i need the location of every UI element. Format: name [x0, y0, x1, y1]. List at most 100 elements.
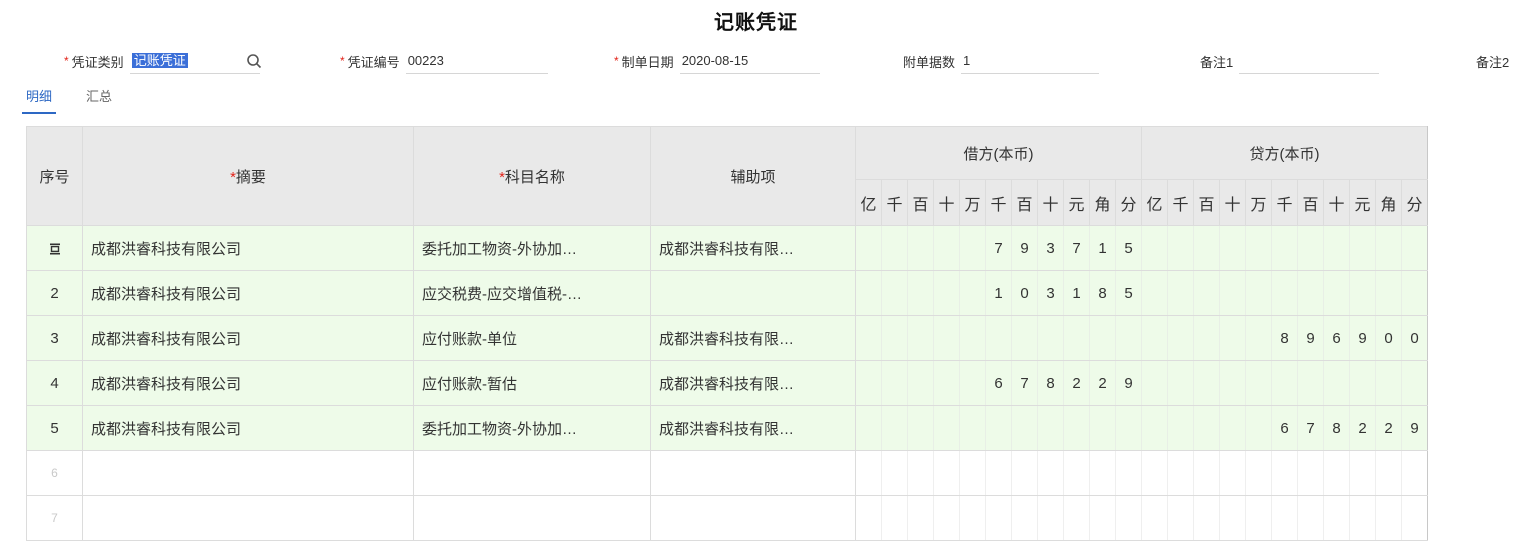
debit-digit-cell[interactable]: [881, 270, 908, 316]
credit-digit-cell[interactable]: [1297, 450, 1324, 496]
table-row[interactable]: 5 成都洪睿科技有限公司 委托加工物资-外协加… 成都洪睿科技有限… 6 7 8 2 2 9: [26, 405, 1428, 451]
debit-digit-cell[interactable]: [1089, 405, 1116, 451]
table-row[interactable]: 2 成都洪睿科技有限公司 应交税费-应交增值税-… 1 0 3 1 8 5: [26, 270, 1428, 316]
credit-digit-cell[interactable]: [1271, 495, 1298, 541]
credit-digit-cell[interactable]: [1271, 225, 1298, 271]
credit-digit-cell[interactable]: 9: [1349, 315, 1376, 361]
credit-digit-cell[interactable]: [1297, 495, 1324, 541]
row-aux[interactable]: [650, 270, 856, 316]
debit-digit-cell[interactable]: [907, 450, 934, 496]
debit-digit-cell[interactable]: [959, 225, 986, 271]
credit-digit-cell[interactable]: [1401, 360, 1428, 406]
credit-digit-cell[interactable]: 0: [1375, 315, 1402, 361]
debit-digit-cell[interactable]: [907, 360, 934, 406]
debit-digit-cell[interactable]: [855, 360, 882, 406]
credit-digit-cell[interactable]: [1193, 315, 1220, 361]
row-seq[interactable]: 4: [26, 360, 83, 406]
debit-digit-cell[interactable]: [959, 450, 986, 496]
debit-digit-cell[interactable]: 7: [1011, 360, 1038, 406]
debit-digit-cell[interactable]: [907, 270, 934, 316]
date-input[interactable]: 2020-08-15: [679, 49, 820, 74]
credit-digit-cell[interactable]: [1219, 405, 1246, 451]
credit-digit-cell[interactable]: 9: [1297, 315, 1324, 361]
row-summary[interactable]: [82, 450, 414, 496]
credit-digit-cell[interactable]: [1245, 225, 1272, 271]
debit-digit-cell[interactable]: [1063, 450, 1090, 496]
credit-digit-cell[interactable]: [1193, 495, 1220, 541]
credit-digit-cell[interactable]: [1167, 360, 1194, 406]
credit-digit-cell[interactable]: [1401, 495, 1428, 541]
credit-digit-cell[interactable]: 8: [1271, 315, 1298, 361]
credit-digit-cell[interactable]: [1245, 495, 1272, 541]
credit-digit-cell[interactable]: [1141, 225, 1168, 271]
debit-digit-cell[interactable]: [881, 495, 908, 541]
row-account[interactable]: 应付账款-单位: [413, 315, 651, 361]
credit-digit-cell[interactable]: [1219, 315, 1246, 361]
debit-digit-cell[interactable]: [881, 405, 908, 451]
debit-digit-cell[interactable]: [1011, 450, 1038, 496]
row-summary[interactable]: [82, 495, 414, 541]
credit-digit-cell[interactable]: [1193, 405, 1220, 451]
debit-digit-cell[interactable]: [933, 450, 960, 496]
remark1-input[interactable]: [1239, 49, 1380, 74]
debit-digit-cell[interactable]: 9: [1115, 360, 1142, 406]
debit-digit-cell[interactable]: 3: [1037, 225, 1064, 271]
debit-digit-cell[interactable]: [907, 405, 934, 451]
debit-digit-cell[interactable]: 3: [1037, 270, 1064, 316]
debit-digit-cell[interactable]: 1: [1063, 270, 1090, 316]
attachments-input[interactable]: 1: [961, 49, 1100, 74]
credit-digit-cell[interactable]: [1193, 360, 1220, 406]
credit-digit-cell[interactable]: [1323, 225, 1350, 271]
credit-digit-cell[interactable]: [1141, 360, 1168, 406]
table-row[interactable]: 4 成都洪睿科技有限公司 应付账款-暂估 成都洪睿科技有限… 6 7 8 2 2 9: [26, 360, 1428, 406]
debit-digit-cell[interactable]: [933, 270, 960, 316]
row-aux[interactable]: 成都洪睿科技有限…: [650, 225, 856, 271]
credit-digit-cell[interactable]: [1323, 270, 1350, 316]
debit-digit-cell[interactable]: [959, 495, 986, 541]
credit-digit-cell[interactable]: 2: [1349, 405, 1376, 451]
debit-digit-cell[interactable]: [959, 315, 986, 361]
credit-digit-cell[interactable]: [1193, 225, 1220, 271]
credit-digit-cell[interactable]: [1245, 315, 1272, 361]
debit-digit-cell[interactable]: [1011, 315, 1038, 361]
credit-digit-cell[interactable]: [1271, 360, 1298, 406]
row-seq[interactable]: 7: [26, 495, 83, 541]
credit-digit-cell[interactable]: [1401, 225, 1428, 271]
credit-digit-cell[interactable]: [1167, 450, 1194, 496]
debit-digit-cell[interactable]: 1: [985, 270, 1012, 316]
credit-digit-cell[interactable]: [1141, 450, 1168, 496]
debit-digit-cell[interactable]: [1115, 450, 1142, 496]
credit-digit-cell[interactable]: [1297, 225, 1324, 271]
debit-digit-cell[interactable]: [881, 225, 908, 271]
table-row[interactable]: 成都洪睿科技有限公司 委托加工物资-外协加… 成都洪睿科技有限… 7 9 3 7 1 5: [26, 225, 1428, 271]
credit-digit-cell[interactable]: [1167, 270, 1194, 316]
debit-digit-cell[interactable]: [933, 405, 960, 451]
voucher-type-input[interactable]: 记账凭证: [129, 49, 261, 74]
debit-digit-cell[interactable]: [907, 495, 934, 541]
credit-digit-cell[interactable]: [1375, 225, 1402, 271]
row-account[interactable]: [413, 450, 651, 496]
credit-digit-cell[interactable]: [1323, 450, 1350, 496]
debit-digit-cell[interactable]: [1089, 315, 1116, 361]
credit-digit-cell[interactable]: [1271, 450, 1298, 496]
row-account[interactable]: 委托加工物资-外协加…: [413, 225, 651, 271]
row-seq[interactable]: 3: [26, 315, 83, 361]
debit-digit-cell[interactable]: [1011, 405, 1038, 451]
debit-digit-cell[interactable]: [1011, 495, 1038, 541]
row-seq[interactable]: 2: [26, 270, 83, 316]
table-row[interactable]: 3 成都洪睿科技有限公司 应付账款-单位 成都洪睿科技有限… 8 9 6 9 0 0: [26, 315, 1428, 361]
insert-row-icon[interactable]: [49, 243, 61, 255]
credit-digit-cell[interactable]: [1167, 495, 1194, 541]
debit-digit-cell[interactable]: [1115, 495, 1142, 541]
credit-digit-cell[interactable]: [1375, 270, 1402, 316]
debit-digit-cell[interactable]: [1037, 495, 1064, 541]
debit-digit-cell[interactable]: [1037, 405, 1064, 451]
credit-digit-cell[interactable]: [1271, 270, 1298, 316]
debit-digit-cell[interactable]: [855, 270, 882, 316]
credit-digit-cell[interactable]: [1193, 270, 1220, 316]
credit-digit-cell[interactable]: 6: [1323, 315, 1350, 361]
debit-digit-cell[interactable]: [1089, 495, 1116, 541]
debit-digit-cell[interactable]: [1089, 450, 1116, 496]
debit-digit-cell[interactable]: [855, 225, 882, 271]
credit-digit-cell[interactable]: [1375, 495, 1402, 541]
